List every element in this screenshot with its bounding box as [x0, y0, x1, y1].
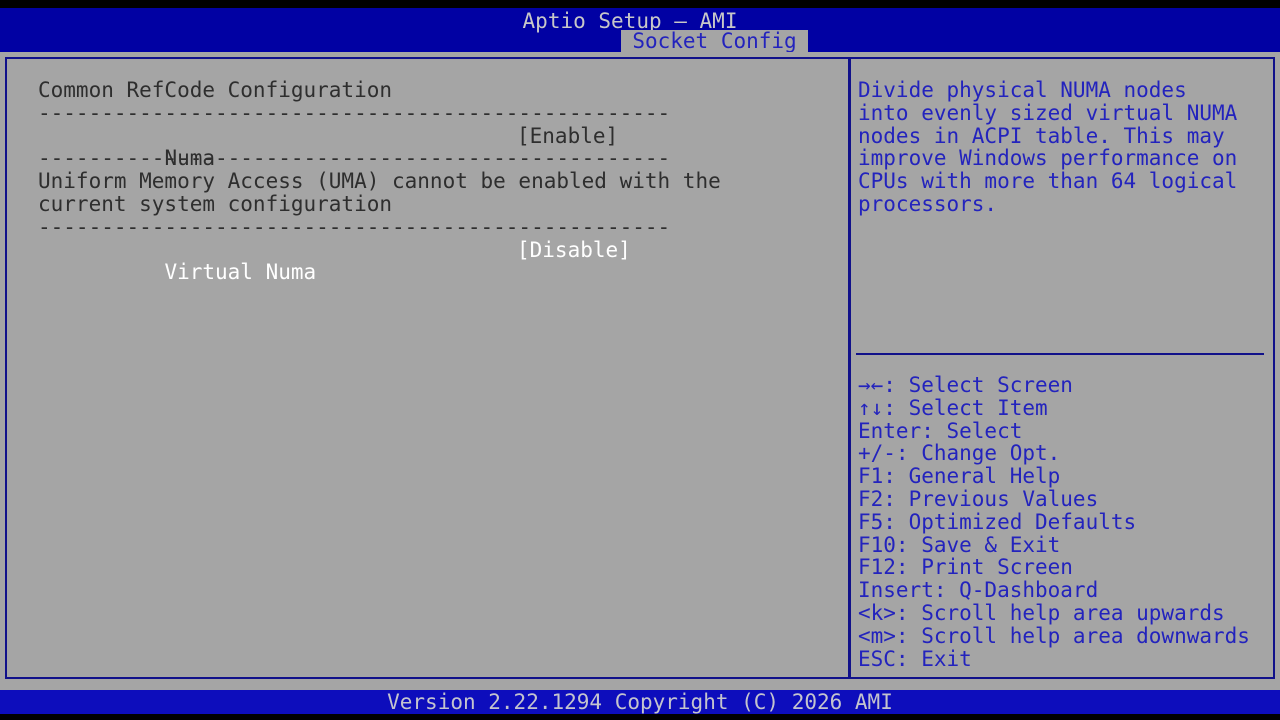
- hotkey-select-item: ↑↓: Select Item: [858, 395, 1048, 420]
- hotkey-legend: →←: Select Screen ↑↓: Select Item Enter:…: [858, 374, 1269, 670]
- hotkey-f1: F1: General Help: [858, 464, 1061, 489]
- divider-dashes: ----------------------------------------…: [38, 215, 671, 239]
- help-line: CPUs with more than 64 logical: [858, 169, 1238, 194]
- help-line: nodes in ACPI table. This may: [858, 123, 1225, 148]
- setting-label: Numa: [164, 146, 216, 171]
- hotkey-insert: Insert: Q-Dashboard: [858, 578, 1099, 603]
- help-text: Divide physical NUMA nodes into evenly s…: [858, 79, 1265, 216]
- setting-row-virtual-numa[interactable]: Virtual Numa [Disable]: [38, 238, 848, 283]
- hotkey-f12: F12: Print Screen: [858, 555, 1073, 580]
- settings-pane: Common RefCode Configuration -----------…: [7, 59, 848, 677]
- hotkey-esc: ESC: Exit: [858, 646, 972, 671]
- hotkey-scroll-up: <k>: Scroll help area upwards: [858, 600, 1225, 625]
- hotkey-change-opt: +/-: Change Opt.: [858, 441, 1061, 466]
- setting-value[interactable]: [Disable]: [517, 238, 631, 262]
- help-divider: [856, 353, 1264, 355]
- tab-socket-config[interactable]: Socket Config: [621, 30, 808, 52]
- header-bar: Aptio Setup – AMI Socket Config: [0, 8, 1280, 52]
- version-text: Version 2.22.1294 Copyright (C) 2026 AMI: [387, 690, 893, 714]
- section-title: Common RefCode Configuration: [38, 78, 393, 102]
- hotkey-select-screen: →←: Select Screen: [858, 373, 1073, 397]
- divider-dashes: ----------------------------------------…: [38, 101, 671, 125]
- help-line: into evenly sized virtual NUMA: [858, 100, 1238, 125]
- hotkey-enter: Enter: Select: [858, 418, 1023, 443]
- help-line: Divide physical NUMA nodes: [858, 78, 1187, 102]
- footer-bar: Version 2.22.1294 Copyright (C) 2026 AMI: [0, 690, 1280, 714]
- bios-setup-screen: Aptio Setup – AMI Socket Config Common R…: [0, 0, 1280, 720]
- hotkey-scroll-down: <m>: Scroll help area downwards: [858, 623, 1250, 648]
- hotkey-f2: F2: Previous Values: [858, 486, 1099, 511]
- hotkey-f10: F10: Save & Exit: [858, 532, 1061, 557]
- hotkey-f5: F5: Optimized Defaults: [858, 509, 1137, 534]
- uma-note-line-2: current system configuration: [38, 191, 393, 216]
- main-frame: Common RefCode Configuration -----------…: [5, 57, 1275, 679]
- content-area: Common RefCode Configuration -----------…: [0, 52, 1280, 690]
- setting-row-numa[interactable]: Numa [Enable]: [38, 124, 848, 169]
- setting-value[interactable]: [Enable]: [517, 124, 618, 148]
- setting-label: Virtual Numa: [164, 260, 317, 285]
- help-line: improve Windows performance on: [858, 146, 1238, 171]
- help-pane: Divide physical NUMA nodes into evenly s…: [851, 59, 1273, 677]
- help-line: processors.: [858, 191, 998, 216]
